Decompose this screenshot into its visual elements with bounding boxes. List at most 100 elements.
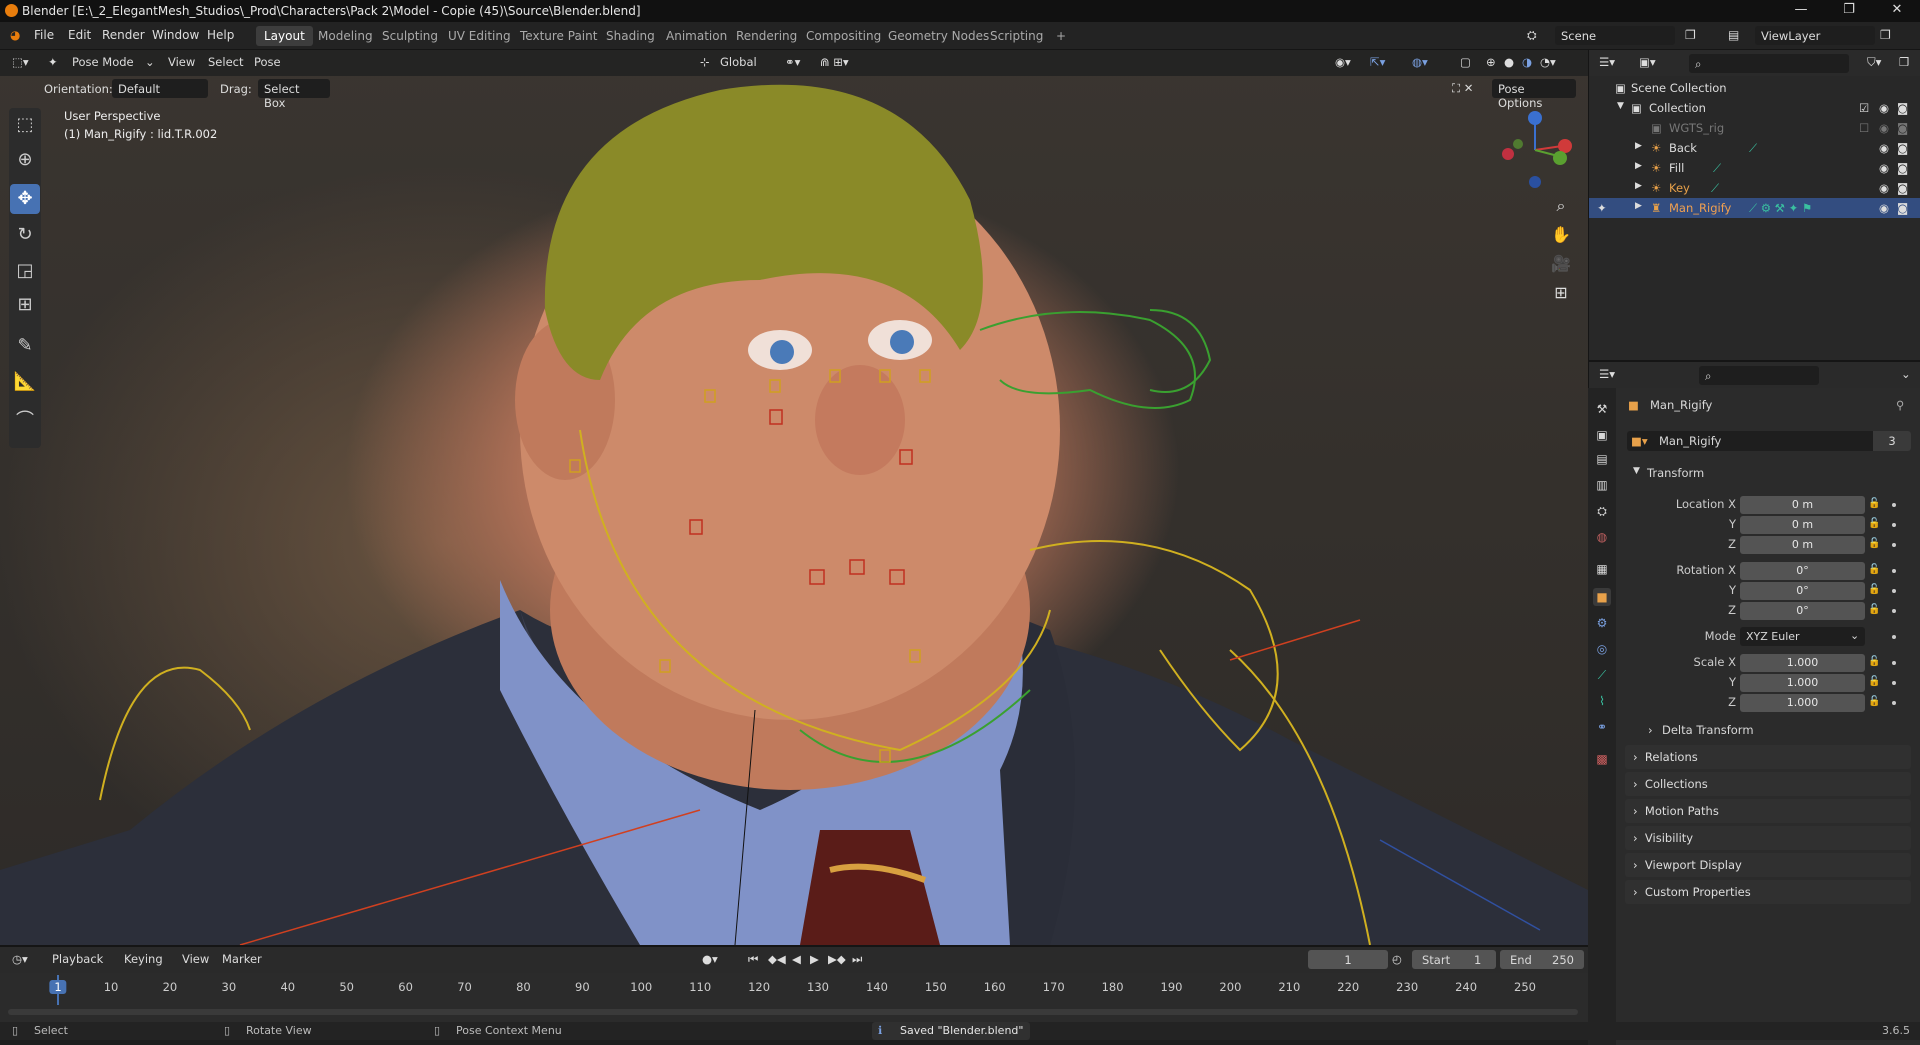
panel-motion-paths[interactable]: › Motion Paths	[1625, 799, 1911, 823]
keyframe-dot-icon[interactable]	[1892, 569, 1896, 573]
outliner-editor-icon[interactable]: ☰▾	[1599, 55, 1615, 69]
eye-icon[interactable]: ◉	[1879, 121, 1889, 135]
keyframe-dot-icon[interactable]	[1892, 661, 1896, 665]
lock-icon[interactable]: 🔓	[1868, 538, 1880, 549]
eye-icon[interactable]: ◉	[1879, 161, 1889, 175]
tab-sculpting[interactable]: Sculpting	[374, 26, 446, 46]
keyframe-dot-icon[interactable]	[1892, 701, 1896, 705]
panel-visibility[interactable]: › Visibility	[1625, 826, 1911, 850]
scale-z-field[interactable]: 1.000	[1740, 694, 1865, 712]
rotate-tool-icon[interactable]: ↻	[10, 220, 40, 250]
lock-icon[interactable]: 🔓	[1868, 676, 1880, 687]
location-x-field[interactable]: 0 m	[1740, 496, 1865, 514]
filter-icon[interactable]: ⛉▾	[1867, 55, 1881, 70]
tool-tab-icon[interactable]: ⚒	[1593, 400, 1611, 418]
menu-marker[interactable]: Marker	[222, 952, 262, 966]
lock-icon[interactable]: 🔓	[1868, 518, 1880, 529]
outliner-item-collection[interactable]: ▼ ▣ Collection ☑ ◉ ◙	[1589, 98, 1920, 118]
properties-search-input[interactable]: ⌕	[1699, 366, 1819, 385]
shading-rendered-icon[interactable]: ◔▾	[1540, 55, 1556, 69]
orientation-select[interactable]: Default	[112, 79, 208, 98]
transform-panel-header[interactable]: ▼ Transform	[1625, 462, 1911, 486]
rotation-x-field[interactable]: 0°	[1740, 562, 1865, 580]
3d-viewport[interactable]	[0, 50, 1588, 945]
keyframe-dot-icon[interactable]	[1892, 589, 1896, 593]
pivot-icon[interactable]: ⚭▾	[785, 55, 800, 69]
outliner-root[interactable]: ▣ Scene Collection	[1589, 78, 1920, 98]
camera-icon[interactable]: ◙	[1897, 201, 1908, 215]
new-collection-icon[interactable]: ❐	[1899, 55, 1909, 69]
current-frame-field[interactable]: 1	[1308, 950, 1388, 969]
location-z-field[interactable]: 0 m	[1740, 536, 1865, 554]
timeline-editor-icon[interactable]: ◷▾	[12, 952, 28, 966]
close-icon[interactable]: ✕	[1882, 2, 1912, 20]
next-keyframe-icon[interactable]: ▶◆	[828, 952, 846, 966]
maximize-icon[interactable]: ❐	[1834, 2, 1864, 20]
keyframe-dot-icon[interactable]	[1892, 543, 1896, 547]
expand-icon[interactable]: ▶	[1635, 181, 1642, 191]
tab-rendering[interactable]: Rendering	[728, 26, 805, 46]
tab-scripting[interactable]: Scripting	[982, 26, 1051, 46]
panel-custom-properties[interactable]: › Custom Properties	[1625, 880, 1911, 904]
tab-modeling[interactable]: Modeling	[310, 26, 381, 46]
eye-icon[interactable]: ◉	[1879, 101, 1889, 115]
lock-icon[interactable]: 🔓	[1868, 564, 1880, 575]
shading-wireframe-icon[interactable]: ⊕	[1486, 55, 1496, 69]
panel-collections[interactable]: › Collections	[1625, 772, 1911, 796]
location-y-field[interactable]: 0 m	[1740, 516, 1865, 534]
camera-view-icon[interactable]: 🎥	[1548, 251, 1574, 277]
bone-tool-icon[interactable]: ⌒	[10, 406, 40, 436]
perspective-toggle-icon[interactable]: ⊞	[1548, 280, 1574, 306]
tab-animation[interactable]: Animation	[658, 26, 735, 46]
lock-icon[interactable]: 🔓	[1868, 656, 1880, 667]
transform-orientation-select[interactable]: Global	[720, 55, 757, 69]
shading-solid-icon[interactable]: ●	[1504, 55, 1514, 69]
zoom-icon[interactable]: ⌕	[1548, 193, 1574, 219]
keyframe-dot-icon[interactable]	[1892, 609, 1896, 613]
tab-compositing[interactable]: Compositing	[798, 26, 889, 46]
select-box-tool-icon[interactable]: ⬚	[10, 110, 40, 140]
outliner-search-input[interactable]: ⌕	[1689, 54, 1849, 73]
clock-icon[interactable]: ◴	[1392, 952, 1402, 966]
eye-icon[interactable]: ◉	[1879, 141, 1889, 155]
minimize-icon[interactable]: —	[1786, 2, 1816, 20]
menu-window[interactable]: Window	[152, 28, 199, 42]
view-layer-tab-icon[interactable]: ▥	[1593, 476, 1611, 494]
eye-icon[interactable]: ◉	[1879, 181, 1889, 195]
pan-hand-icon[interactable]: ✋	[1548, 222, 1574, 248]
outliner-item-wgts[interactable]: ▣ WGTS_rig ☐ ◉ ◙	[1589, 118, 1920, 138]
lock-icon[interactable]: 🔓	[1868, 498, 1880, 509]
measure-tool-icon[interactable]: 📐	[10, 367, 40, 397]
xray-icon[interactable]: ▢	[1460, 55, 1471, 69]
object-tab-icon[interactable]: ■	[1593, 588, 1611, 606]
panel-relations[interactable]: › Relations	[1625, 745, 1911, 769]
pin-icon[interactable]: ⚲	[1896, 398, 1904, 412]
play-icon[interactable]: ▶	[810, 952, 819, 966]
menu-help[interactable]: Help	[207, 28, 234, 42]
blender-menu-icon[interactable]: ◕	[10, 28, 20, 42]
expand-icon[interactable]: ▼	[1617, 101, 1624, 111]
texture-tab-icon[interactable]: ▩	[1593, 750, 1611, 768]
pose-options-button[interactable]: Pose Options	[1492, 79, 1576, 110]
panel-viewport-display[interactable]: › Viewport Display	[1625, 853, 1911, 877]
output-tab-icon[interactable]: ▤	[1593, 450, 1611, 468]
display-mode-icon[interactable]: ▣▾	[1639, 55, 1656, 69]
tab-texture-paint[interactable]: Texture Paint	[512, 26, 605, 46]
scene-tab-icon[interactable]: ⛭	[1593, 502, 1611, 520]
expand-icon[interactable]: ▶	[1635, 161, 1642, 171]
delta-transform-subpanel[interactable]: › Delta Transform	[1640, 718, 1910, 742]
menu-edit[interactable]: Edit	[68, 28, 91, 42]
record-icon[interactable]: ●▾	[702, 952, 718, 966]
object-name-field[interactable]: Man_Rigify	[1659, 434, 1721, 448]
mirror-icon[interactable]: ⛶ ✕	[1452, 81, 1473, 96]
scale-tool-icon[interactable]: ◲	[10, 256, 40, 286]
jump-start-icon[interactable]: ⏮	[748, 952, 758, 967]
lock-icon[interactable]: 🔓	[1868, 604, 1880, 615]
rotation-mode-select[interactable]: XYZ Euler ⌄	[1740, 627, 1865, 646]
gizmo-icon[interactable]: ⇱▾	[1370, 55, 1385, 69]
navigation-gizmo[interactable]	[1490, 108, 1575, 193]
world-tab-icon[interactable]: ◍	[1593, 528, 1611, 546]
physics-tab-icon[interactable]: ◎	[1593, 640, 1611, 658]
menu-view[interactable]: View	[168, 55, 195, 69]
prev-keyframe-icon[interactable]: ◆◀	[768, 952, 786, 966]
